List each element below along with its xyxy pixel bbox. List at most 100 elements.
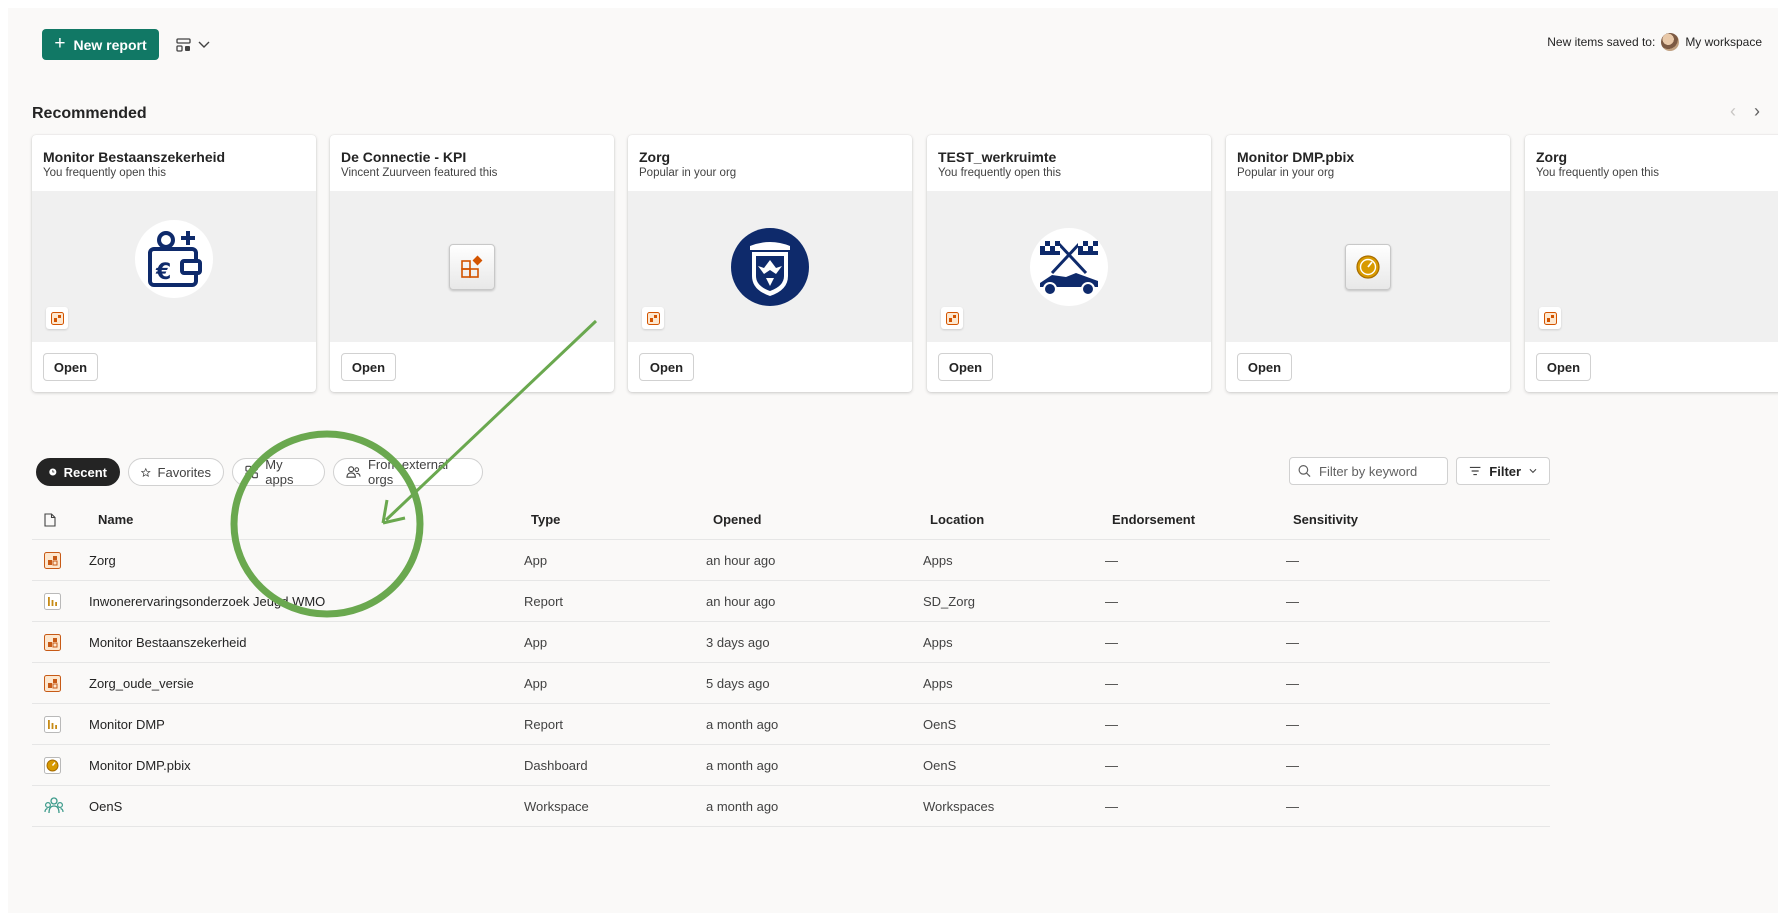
tab-my-apps[interactable]: My apps: [232, 457, 325, 487]
card-title: Monitor Bestaanszekerheid: [43, 149, 226, 165]
tab-external-orgs[interactable]: From external orgs: [333, 457, 483, 487]
card-title: Monitor DMP.pbix: [1237, 149, 1355, 165]
item-location: Apps: [923, 675, 953, 691]
item-opened: 5 days ago: [706, 675, 770, 691]
item-name[interactable]: Inwonerervaringsonderzoek Jeugd WMO: [89, 581, 325, 621]
star-icon: [141, 467, 151, 477]
table-row[interactable]: Zorg_oude_versie App 5 days ago Apps — —: [32, 663, 1550, 704]
card-title: De Connectie - KPI: [341, 149, 467, 165]
item-name[interactable]: Monitor Bestaanszekerheid: [89, 622, 247, 662]
column-header-type[interactable]: Type: [531, 500, 560, 539]
chevron-right-icon[interactable]: ›: [1754, 101, 1760, 122]
open-button[interactable]: Open: [43, 353, 98, 381]
tab-label: Favorites: [157, 464, 211, 480]
card-thumbnail: [1525, 191, 1778, 342]
filter-search[interactable]: [1289, 457, 1448, 485]
item-endorsement: —: [1105, 716, 1118, 732]
item-name[interactable]: Monitor DMP: [89, 704, 165, 744]
item-type: Dashboard: [524, 757, 588, 773]
save-location: New items saved to: My workspace: [1547, 33, 1762, 51]
card-thumbnail: [1226, 191, 1510, 342]
table-row[interactable]: Monitor DMP Report a month ago OenS — —: [32, 704, 1550, 745]
item-name[interactable]: Monitor DMP.pbix: [89, 745, 191, 785]
card-subtitle: You frequently open this: [938, 167, 1061, 179]
column-header-location[interactable]: Location: [930, 500, 984, 539]
item-endorsement: —: [1105, 552, 1118, 568]
item-opened: 3 days ago: [706, 634, 770, 650]
layout-icon: [176, 38, 191, 52]
item-endorsement: —: [1105, 634, 1118, 650]
open-button[interactable]: Open: [1237, 353, 1292, 381]
filter-label: Filter: [1489, 463, 1522, 479]
column-header-name[interactable]: Name: [98, 500, 133, 539]
open-button[interactable]: Open: [341, 353, 396, 381]
recommended-card[interactable]: Zorg Popular in your org Open: [628, 135, 912, 392]
filter-button[interactable]: Filter: [1456, 457, 1550, 485]
item-location: Apps: [923, 634, 953, 650]
new-report-button[interactable]: + New report: [42, 29, 159, 60]
column-header-sensitivity[interactable]: Sensitivity: [1293, 500, 1358, 539]
item-opened: an hour ago: [706, 552, 776, 568]
item-name[interactable]: Zorg_oude_versie: [89, 663, 194, 703]
table-row[interactable]: Monitor Bestaanszekerheid App 3 days ago…: [32, 622, 1550, 663]
open-button[interactable]: Open: [639, 353, 694, 381]
open-button[interactable]: Open: [1536, 353, 1591, 381]
table-header: Name Type Opened Location Endorsement Se…: [32, 500, 1550, 540]
item-opened: an hour ago: [706, 593, 776, 609]
report-icon: [44, 581, 68, 621]
report-icon: [44, 704, 68, 744]
item-type: Report: [524, 716, 564, 732]
item-name[interactable]: OenS: [89, 786, 122, 826]
card-thumbnail: €: [32, 191, 316, 342]
item-location: OenS: [923, 757, 957, 773]
app-icon: [46, 307, 68, 329]
item-sensitivity: —: [1286, 716, 1299, 732]
app-window: + New report New items saved to: My work…: [8, 8, 1778, 913]
item-location: SD_Zorg: [923, 593, 976, 609]
chevron-down-icon: [1529, 468, 1537, 474]
tab-recent[interactable]: Recent: [36, 458, 120, 486]
plus-icon: +: [54, 33, 66, 54]
recommended-card[interactable]: Monitor Bestaanszekerheid You frequently…: [32, 135, 316, 392]
tab-favorites[interactable]: Favorites: [128, 458, 224, 486]
table-row[interactable]: Zorg App an hour ago Apps — —: [32, 540, 1550, 581]
view-layout-dropdown[interactable]: [176, 34, 218, 56]
item-endorsement: —: [1105, 798, 1118, 814]
wallet-euro-icon: €: [135, 219, 213, 298]
column-header-endorsement[interactable]: Endorsement: [1112, 500, 1195, 539]
item-sensitivity: —: [1286, 552, 1299, 568]
app-icon: [642, 307, 664, 329]
open-button[interactable]: Open: [938, 353, 993, 381]
item-sensitivity: —: [1286, 675, 1299, 691]
item-type: App: [524, 552, 548, 568]
svg-text:€: €: [155, 260, 171, 285]
card-subtitle: Vincent Zuurveen featured this: [341, 167, 498, 179]
table-row[interactable]: Inwonerervaringsonderzoek Jeugd WMO Repo…: [32, 581, 1550, 622]
item-name[interactable]: Zorg: [89, 540, 116, 580]
card-thumbnail: [628, 191, 912, 342]
filter-keyword-input[interactable]: [1317, 462, 1439, 480]
item-type: Workspace: [524, 798, 589, 814]
card-thumbnail: [927, 191, 1211, 342]
item-type: App: [524, 675, 548, 691]
table-row[interactable]: Monitor DMP.pbix Dashboard a month ago O…: [32, 745, 1550, 786]
card-title: TEST_werkruimte: [938, 149, 1057, 165]
recommended-card[interactable]: Zorg You frequently open this Open: [1525, 135, 1778, 392]
dashboard-gauge-icon: [1345, 243, 1391, 290]
recommended-carousel: Monitor Bestaanszekerheid You frequently…: [32, 135, 1778, 400]
workspace-icon: [44, 786, 68, 826]
item-endorsement: —: [1105, 593, 1118, 609]
workspace-link[interactable]: My workspace: [1685, 35, 1762, 49]
app-icon: [44, 622, 68, 662]
people-icon: [346, 466, 361, 478]
item-sensitivity: —: [1286, 634, 1299, 650]
chevron-left-icon[interactable]: ‹: [1730, 101, 1736, 122]
column-header-opened[interactable]: Opened: [713, 500, 761, 539]
recommended-card[interactable]: De Connectie - KPI Vincent Zuurveen feat…: [330, 135, 614, 392]
recommended-card[interactable]: Monitor DMP.pbix Popular in your org Ope…: [1226, 135, 1510, 392]
apps-grid-icon: [245, 465, 259, 479]
recommended-card[interactable]: TEST_werkruimte You frequently open this: [927, 135, 1211, 392]
card-thumbnail: [330, 191, 614, 342]
table-row[interactable]: OenS Workspace a month ago Workspaces — …: [32, 786, 1550, 827]
saved-to-label: New items saved to:: [1547, 35, 1656, 49]
